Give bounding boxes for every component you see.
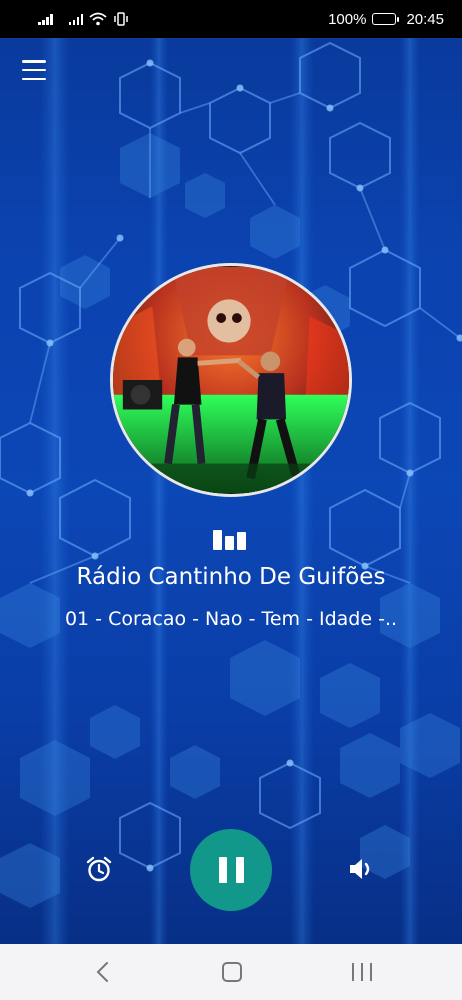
- battery-percent: 100%: [328, 10, 367, 28]
- album-art: [110, 263, 352, 497]
- player-screen: Rádio Cantinho De Guifões 01 - Coracao -…: [0, 38, 462, 944]
- alarm-clock-icon[interactable]: [85, 855, 113, 883]
- wifi-icon: [89, 12, 107, 26]
- signal-icon: [68, 13, 83, 25]
- back-icon[interactable]: [93, 960, 113, 984]
- status-left: [38, 12, 129, 26]
- vibrate-icon: [114, 12, 128, 26]
- pause-button[interactable]: [190, 829, 272, 911]
- status-bar: 100% 20:45: [0, 0, 462, 38]
- speaker-volume-icon[interactable]: [347, 856, 375, 882]
- clock: 20:45: [406, 10, 444, 28]
- concert-image: [113, 266, 349, 494]
- equalizer-icon: [213, 528, 249, 550]
- recents-icon[interactable]: [352, 963, 372, 981]
- song-title: 01 - Coracao - Nao - Tem - Idade -..: [64, 608, 398, 630]
- hamburger-menu-icon[interactable]: [22, 60, 46, 80]
- pause-icon: [218, 857, 227, 883]
- status-right: 100% 20:45: [328, 11, 444, 28]
- home-icon[interactable]: [222, 962, 242, 982]
- station-name: Rádio Cantinho De Guifões: [76, 564, 386, 590]
- battery-icon: [372, 13, 400, 25]
- signal-icon: [38, 13, 53, 25]
- system-nav-bar: [0, 944, 462, 1000]
